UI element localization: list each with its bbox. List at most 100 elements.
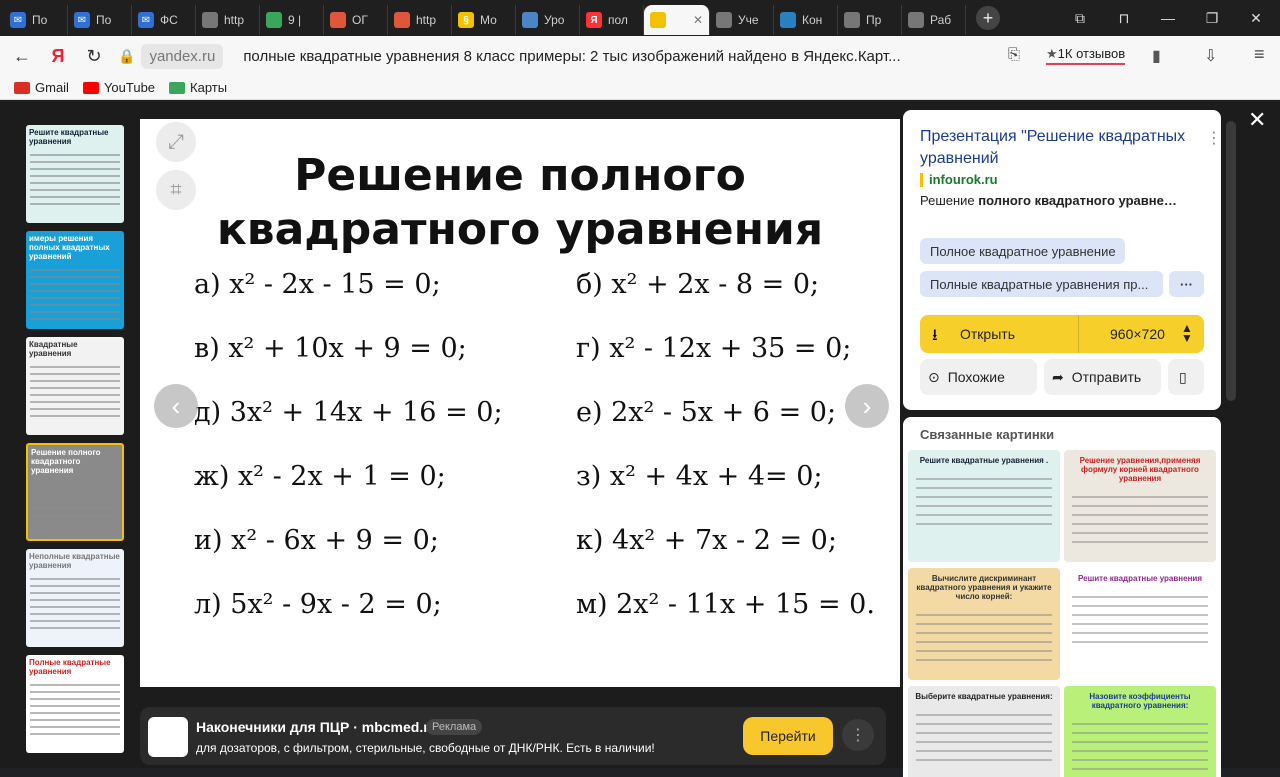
restore-button[interactable]: ❐ <box>1190 0 1234 36</box>
page-title[interactable]: полные квадратные уравнения 8 класс прим… <box>243 48 963 65</box>
browser-tab[interactable]: Япол <box>580 5 644 35</box>
browser-tab[interactable]: ✉ По <box>4 5 68 35</box>
browser-tab[interactable]: § Мо <box>452 5 516 35</box>
related-image[interactable]: Вычислите дискриминант квадратного уравн… <box>908 568 1060 680</box>
lock-icon: 🔒 <box>118 47 136 64</box>
related-image[interactable]: Решите квадратные уравнения . <box>908 450 1060 562</box>
menu-icon[interactable]: ≡ <box>1254 44 1265 65</box>
browser-tab[interactable]: http <box>196 5 260 35</box>
thumbnail[interactable]: Квадратные уравнения <box>26 337 124 435</box>
address-bar: ← Я ↻ 🔒 yandex.ru полные квадратные урав… <box>0 36 1280 76</box>
tab-label: пол <box>608 13 628 27</box>
related-image-caption: Вычислите дискриминант квадратного уравн… <box>916 574 1052 601</box>
browser-tab[interactable]: http <box>388 5 452 35</box>
crop-icon[interactable]: ⌗ <box>156 170 196 210</box>
equation: л) 5x² - 9x - 2 = 0; <box>194 589 442 620</box>
save-bookmark-button[interactable]: ▯ <box>1168 359 1204 395</box>
thumbnail[interactable]: Неполные квадратные уравнения <box>26 549 124 647</box>
reviews-link[interactable]: ★1К отзывов <box>1046 46 1126 65</box>
related-image[interactable]: Решите квадратные уравнения <box>1064 568 1216 680</box>
open-button-divider <box>1078 315 1079 353</box>
browser-tab[interactable]: ✕ <box>644 5 710 35</box>
equation: к) 4x² + 7x - 2 = 0; <box>576 525 837 556</box>
bookmark-item[interactable]: Gmail <box>14 80 69 95</box>
next-image-button[interactable]: › <box>845 384 889 428</box>
source-title[interactable]: Презентация "Решение квадратных уравнени… <box>920 126 1190 170</box>
similar-button[interactable]: ⊙ Похожие <box>920 359 1037 395</box>
back-icon[interactable]: ← <box>4 38 40 74</box>
browser-tab[interactable]: Пр <box>838 5 902 35</box>
thumbnail[interactable]: имеры решения полных квадратных уравнени… <box>26 231 124 329</box>
equation: г) x² - 12x + 35 = 0; <box>576 333 852 364</box>
close-tab-icon[interactable]: ✕ <box>693 13 703 27</box>
ad-logo <box>148 717 188 757</box>
expand-icon[interactable]: ⤢ <box>156 122 196 162</box>
ad-go-button[interactable]: Перейти <box>743 717 833 755</box>
reader-icon[interactable]: ⎘ <box>1008 46 1020 63</box>
tab-label: Уче <box>738 13 759 27</box>
size-caret-icon[interactable]: ▲ ▼ <box>1181 322 1193 344</box>
bookmark-favicon-icon <box>14 81 30 94</box>
ad-title[interactable]: Наконечники для ПЦР · mbcmed.ru <box>196 719 437 735</box>
share-button[interactable]: ➦ Отправить <box>1044 359 1161 395</box>
bookmark-item[interactable]: YouTube <box>82 80 155 95</box>
browser-tab[interactable]: 9 | <box>260 5 324 35</box>
kebab-icon[interactable]: ⋮ <box>1206 128 1222 148</box>
tag-chip-2[interactable]: Полные квадратные уравнения пр... <box>920 271 1163 297</box>
related-image-caption: Решение уравнения,применяя формулу корне… <box>1079 456 1201 483</box>
thumbnail[interactable]: Решите квадратные уравнения <box>26 125 124 223</box>
tab-label: http <box>416 13 437 27</box>
thumbnail[interactable]: Решение полного квадратного уравнения <box>26 443 124 541</box>
ad-banner[interactable]: Наконечники для ПЦР · mbcmed.ru Реклама … <box>140 707 886 765</box>
bookmark-item[interactable]: Карты <box>169 80 227 95</box>
size-select[interactable]: 960×720 <box>1110 326 1165 342</box>
related-image-caption: Выберите квадратные уравнения: <box>915 692 1053 701</box>
main-image[interactable]: Решение полного квадратного уравнения а)… <box>140 119 900 687</box>
browser-tab[interactable]: ОГ <box>324 5 388 35</box>
browser-tab[interactable]: ✉ По <box>68 5 132 35</box>
thumbnail-caption: Полные квадратные уравнения <box>29 658 111 676</box>
bookmark-icon[interactable]: ▮ <box>1152 46 1161 66</box>
browser-tab[interactable]: Кон <box>774 5 838 35</box>
ad-more-icon[interactable]: ⋮ <box>842 719 874 751</box>
browser-tab[interactable]: Уро <box>516 5 580 35</box>
tab-favicon-icon <box>650 12 666 28</box>
related-image[interactable]: Выберите квадратные уравнения: <box>908 686 1060 777</box>
open-button[interactable]: ⭳ Открыть 960×720 ▲ ▼ <box>920 315 1204 353</box>
close-viewer-icon[interactable]: ✕ <box>1248 107 1266 133</box>
downloads-icon[interactable]: ⇩ <box>1204 46 1217 66</box>
tab-label: Раб <box>930 13 952 27</box>
download-icon: ⭳ <box>932 327 938 344</box>
window-pin-icon[interactable]: ⊓ <box>1102 0 1146 36</box>
panel-scrollbar[interactable] <box>1226 121 1236 401</box>
tab-favicon-icon <box>202 12 218 28</box>
browser-tab[interactable]: Раб <box>902 5 966 35</box>
related-image[interactable]: Решение уравнения,применяя формулу корне… <box>1064 450 1216 562</box>
thumbnail[interactable]: Полные квадратные уравнения <box>26 655 124 753</box>
tab-favicon-icon <box>330 12 346 28</box>
close-window-button[interactable]: ✕ <box>1234 0 1278 36</box>
source-site[interactable]: infourok.ru <box>920 172 998 187</box>
tab-label: Кон <box>802 13 823 27</box>
minimize-button[interactable]: — <box>1146 0 1190 36</box>
equation: ж) x² - 2x + 1 = 0; <box>194 461 446 492</box>
new-tab-button[interactable]: + <box>976 6 1000 30</box>
related-images: Связанные картинки Решите квадратные ура… <box>903 417 1221 777</box>
related-image-caption: Решите квадратные уравнения . <box>919 456 1049 465</box>
more-tags-button[interactable]: ··· <box>1169 271 1204 297</box>
related-image[interactable]: Назовите коэффициенты квадратного уравне… <box>1064 686 1216 777</box>
tab-list-icon[interactable]: ⧉ <box>1058 0 1102 36</box>
image-viewer: Решите квадратные уравнения имеры решения… <box>0 101 1280 777</box>
tab-favicon-icon <box>844 12 860 28</box>
browser-tab[interactable]: Уче <box>710 5 774 35</box>
equation: м) 2x² - 11x + 15 = 0. <box>576 589 875 620</box>
url-domain[interactable]: yandex.ru <box>141 43 224 69</box>
prev-image-button[interactable]: ‹ <box>154 384 198 428</box>
bookmark-outline-icon: ▯ <box>1179 368 1187 385</box>
browser-tab[interactable]: ✉ ФС <box>132 5 196 35</box>
yandex-logo-icon[interactable]: Я <box>40 38 76 74</box>
tag-chip-1[interactable]: Полное квадратное уравнение <box>920 238 1125 264</box>
reload-icon[interactable]: ↻ <box>76 38 112 74</box>
equation: а) x² - 2x - 15 = 0; <box>194 269 441 300</box>
url-field[interactable]: 🔒 yandex.ru полные квадратные уравнения … <box>118 41 963 71</box>
